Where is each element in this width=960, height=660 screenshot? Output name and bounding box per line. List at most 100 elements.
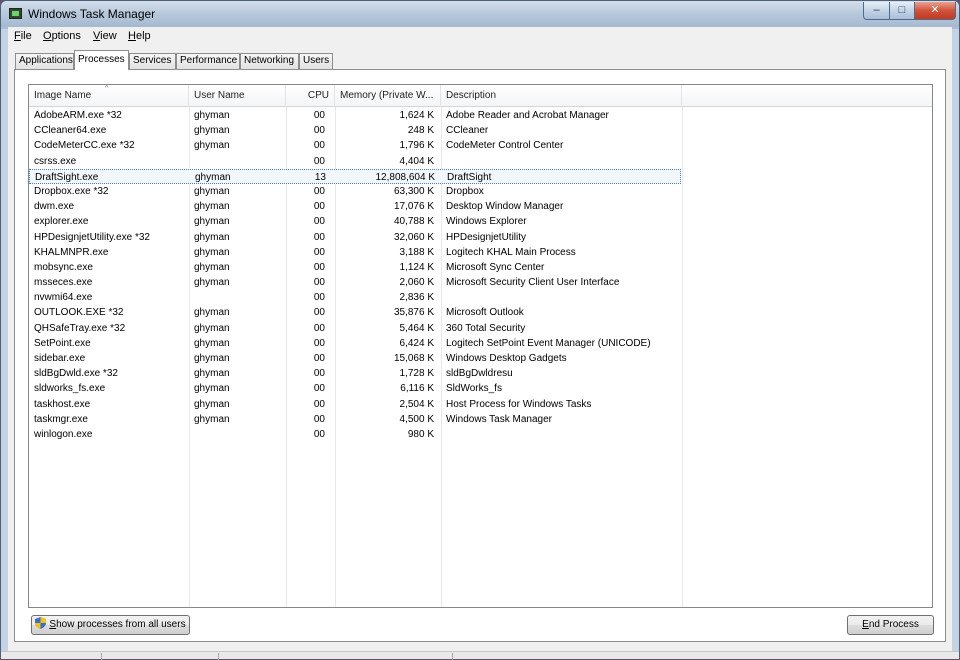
table-row[interactable]: SetPoint.exe ghyman 00 6,424 K Logitech SetP…	[29, 336, 681, 351]
menu-view-label: iew	[100, 30, 117, 42]
cell-memory: 2,836 K	[399, 292, 434, 304]
header-user-name[interactable]: User Name	[189, 85, 286, 107]
close-button[interactable]: ✕	[914, 2, 956, 20]
cell-memory: 12,808,604 K	[375, 171, 436, 183]
cell-description: Windows Task Manager	[446, 413, 552, 425]
cell-description: DraftSight	[447, 171, 492, 183]
cell-description: CCleaner	[446, 125, 489, 137]
cell-image-name: OUTLOOK.EXE *32	[34, 307, 124, 319]
minimize-button[interactable]: –	[863, 2, 890, 20]
table-row[interactable]: OUTLOOK.EXE *32 ghyman 00 35,876 K Microsoft…	[29, 305, 681, 320]
cell-user-name: ghyman	[194, 337, 230, 349]
table-row[interactable]: explorer.exe ghyman 00 40,788 K Windows Expl…	[29, 214, 681, 229]
header-cpu[interactable]: CPU	[286, 85, 335, 107]
cell-description: Dropbox	[446, 185, 484, 197]
cell-memory: 4,500 K	[399, 413, 434, 425]
end-process-label: nd Process	[868, 619, 919, 630]
table-row[interactable]: csrss.exe 00 4,404 K	[29, 154, 681, 169]
menu-options[interactable]: Options	[43, 30, 81, 42]
cell-user-name: ghyman	[194, 216, 230, 228]
cell-memory: 6,424 K	[399, 337, 434, 349]
cell-cpu: 00	[313, 277, 325, 289]
tab-performance[interactable]: Performance	[176, 53, 240, 69]
cell-cpu: 00	[313, 322, 325, 334]
client-area: Applications Processes Services Performa…	[8, 46, 952, 651]
table-row[interactable]: HPDesignjetUtility.exe *32 ghyman 00 32,060…	[29, 230, 681, 245]
menu-help[interactable]: Help	[128, 30, 151, 42]
cell-user-name: ghyman	[194, 413, 230, 425]
tab-networking[interactable]: Networking	[240, 53, 299, 69]
cell-user-name: ghyman	[194, 368, 230, 380]
table-row[interactable]: sidebar.exe ghyman 00 15,068 K Windows Deskt…	[29, 351, 681, 366]
menu-bar: File Options View Help	[8, 27, 952, 46]
tab-applications[interactable]: Applications	[15, 53, 74, 69]
cell-cpu: 00	[313, 185, 325, 197]
cell-user-name: ghyman	[194, 231, 230, 243]
table-row[interactable]: taskmgr.exe ghyman 00 4,500 K Windows Task M…	[29, 412, 681, 427]
cell-cpu: 00	[313, 307, 325, 319]
cell-user-name: ghyman	[194, 277, 230, 289]
show-all-label: how processes from all users	[56, 619, 186, 630]
cell-user-name: ghyman	[194, 398, 230, 410]
table-row[interactable]: nvwmi64.exe 00 2,836 K	[29, 290, 681, 305]
tab-processes[interactable]: Processes	[74, 50, 129, 70]
cell-image-name: DraftSight.exe	[35, 171, 99, 183]
cell-description: Windows Explorer	[446, 216, 527, 228]
title-bar[interactable]: Windows Task Manager – □ ✕	[1, 1, 959, 27]
table-row[interactable]: CodeMeterCC.exe *32 ghyman 00 1,796 K CodeMe…	[29, 138, 681, 153]
cell-description: CodeMeter Control Center	[446, 140, 564, 152]
cell-memory: 32,060 K	[393, 231, 434, 243]
process-list[interactable]: ^ Image Name User Name CPU Memory (Priva…	[28, 84, 933, 608]
maximize-button[interactable]: □	[889, 2, 915, 20]
table-row[interactable]: CCleaner64.exe ghyman 00 248 K CCleaner	[29, 123, 681, 138]
cell-image-name: KHALMNPR.exe	[34, 246, 109, 258]
menu-options-mnemonic: O	[43, 30, 52, 42]
table-row[interactable]: mobsync.exe ghyman 00 1,124 K Microsoft Sync…	[29, 260, 681, 275]
menu-view[interactable]: View	[93, 30, 117, 42]
cell-description: Microsoft Outlook	[446, 307, 524, 319]
cell-description: Logitech KHAL Main Process	[446, 246, 576, 258]
table-row[interactable]: msseces.exe ghyman 00 2,060 K Microsoft Secu…	[29, 275, 681, 290]
cell-memory: 15,068 K	[393, 353, 434, 364]
table-row[interactable]: Dropbox.exe *32 ghyman 00 63,300 K Dropbox	[29, 184, 681, 199]
table-row[interactable]: AdobeARM.exe *32 ghyman 00 1,624 K Adobe Rea…	[29, 108, 681, 123]
cell-cpu: 00	[313, 140, 325, 152]
processes-panel: ^ Image Name User Name CPU Memory (Priva…	[14, 69, 946, 642]
table-row[interactable]: taskhost.exe ghyman 00 2,504 K Host Process …	[29, 397, 681, 412]
cell-cpu: 00	[313, 337, 325, 349]
header-description[interactable]: Description	[441, 85, 682, 107]
task-manager-icon	[9, 8, 22, 19]
cell-memory: 980 K	[407, 428, 434, 440]
header-image-name[interactable]: Image Name	[29, 85, 189, 107]
list-header: ^ Image Name User Name CPU Memory (Priva…	[29, 85, 932, 107]
cell-cpu: 00	[313, 231, 325, 243]
cell-user-name: ghyman	[195, 171, 231, 183]
tab-services[interactable]: Services	[129, 53, 176, 69]
table-row[interactable]: sldworks_fs.exe ghyman 00 6,116 K SldWorks_f…	[29, 381, 681, 396]
cell-description: Logitech SetPoint Event Manager (UNICODE…	[446, 337, 651, 349]
table-row[interactable]: QHSafeTray.exe *32 ghyman 00 5,464 K 360 Tot…	[29, 321, 681, 336]
cell-memory: 3,188 K	[399, 246, 434, 258]
cell-image-name: Dropbox.exe *32	[34, 185, 109, 197]
cell-memory: 5,464 K	[399, 322, 434, 334]
cell-image-name: sidebar.exe	[34, 353, 86, 364]
status-separator	[218, 653, 219, 660]
table-row[interactable]: sldBgDwld.exe *32 ghyman 00 1,728 K sldBgDwl…	[29, 366, 681, 381]
table-row[interactable]: winlogon.exe 00 980 K	[29, 427, 681, 442]
cell-image-name: dwm.exe	[34, 201, 75, 213]
cell-image-name: mobsync.exe	[34, 261, 93, 273]
show-all-processes-button[interactable]: Show processes from all users	[31, 615, 190, 635]
tab-users[interactable]: Users	[299, 53, 333, 69]
cell-image-name: QHSafeTray.exe *32	[34, 322, 126, 334]
cell-memory: 63,300 K	[393, 185, 434, 197]
table-row[interactable]: DraftSight.exe ghyman 13 12,808,604 K DraftS…	[29, 168, 681, 184]
cell-image-name: nvwmi64.exe	[34, 292, 93, 304]
header-memory[interactable]: Memory (Private W...	[335, 85, 441, 107]
table-row[interactable]: dwm.exe ghyman 00 17,076 K Desktop Window Ma…	[29, 199, 681, 214]
end-process-button[interactable]: End Process	[847, 615, 934, 635]
menu-file[interactable]: File	[14, 30, 32, 42]
cell-user-name: ghyman	[194, 353, 230, 364]
table-row[interactable]: KHALMNPR.exe ghyman 00 3,188 K Logitech KHAL…	[29, 245, 681, 260]
cell-memory: 2,060 K	[399, 277, 434, 289]
cell-description: Host Process for Windows Tasks	[446, 398, 592, 410]
